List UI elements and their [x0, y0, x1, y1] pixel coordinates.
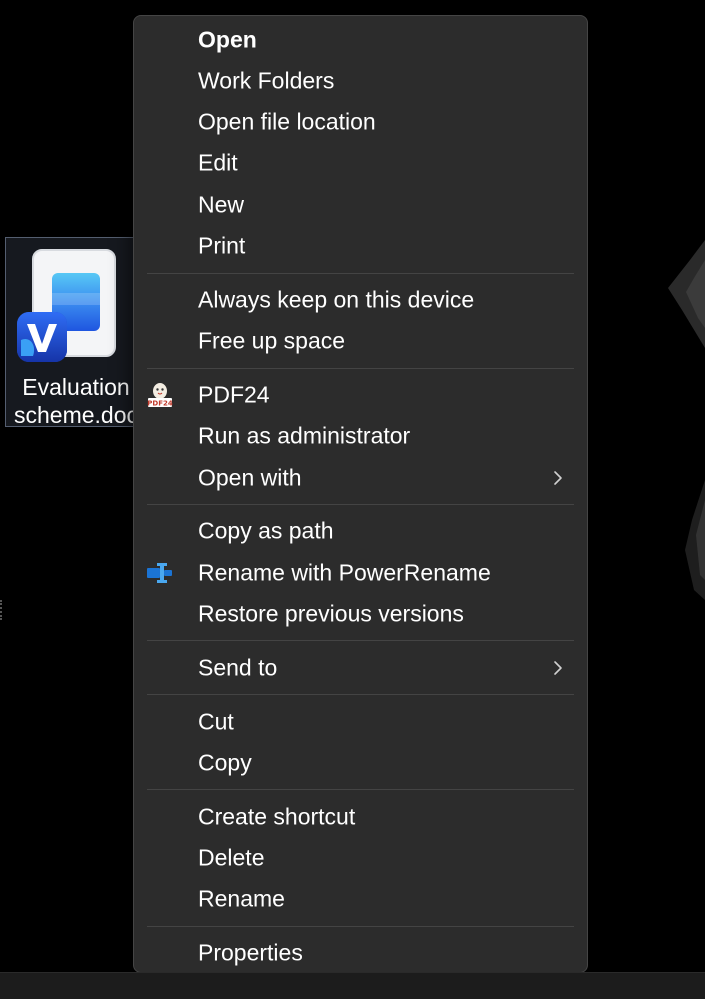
- menu-item-new[interactable]: New: [134, 184, 587, 225]
- menu-item-label: Work Folders: [198, 67, 335, 94]
- menu-item-open[interactable]: Open: [134, 19, 587, 60]
- desktop-edge-glyph: [0, 600, 5, 620]
- menu-item-label: Always keep on this device: [198, 286, 475, 313]
- menu-item-label: Cut: [198, 708, 234, 734]
- menu-item-always-keep-on-this-device[interactable]: Always keep on this device: [134, 279, 587, 320]
- menu-separator: [147, 694, 574, 696]
- context-menu: Open Work Folders Open file location Edit Ne…: [133, 15, 588, 973]
- desktop: Evaluation scheme.doc Open Work Folders Op…: [0, 0, 705, 999]
- menu-item-copy[interactable]: Copy: [134, 742, 587, 783]
- desktop-file-label: Evaluation scheme.doc: [6, 373, 139, 427]
- menu-separator: [147, 640, 574, 642]
- menu-item-print[interactable]: Print: [134, 226, 587, 267]
- taskbar: [0, 972, 705, 999]
- menu-item-label: Open: [198, 26, 257, 52]
- menu-item-copy-as-path[interactable]: Copy as path: [134, 511, 587, 552]
- desktop-wallpaper-fragment: [668, 240, 705, 348]
- menu-item-edit[interactable]: Edit: [134, 143, 587, 184]
- menu-item-pdf24[interactable]: PDF24 PDF24: [134, 374, 587, 415]
- menu-item-label: Delete: [198, 844, 265, 871]
- menu-item-label: Run as administrator: [198, 422, 411, 449]
- menu-item-work-folders[interactable]: Work Folders: [134, 60, 587, 101]
- menu-item-rename-with-powerrename[interactable]: Rename with PowerRename: [134, 552, 587, 593]
- menu-item-open-file-location[interactable]: Open file location: [134, 102, 587, 143]
- chevron-right-icon: [554, 470, 562, 485]
- menu-separator: [147, 789, 574, 791]
- svg-text:PDF24: PDF24: [147, 399, 173, 407]
- menu-item-cut[interactable]: Cut: [134, 701, 587, 742]
- menu-item-rename[interactable]: Rename: [134, 879, 587, 920]
- menu-item-label: Send to: [198, 654, 278, 681]
- menu-item-label: Free up space: [198, 327, 346, 354]
- menu-item-label: Open with: [198, 464, 302, 490]
- menu-item-free-up-space[interactable]: Free up space: [134, 321, 587, 362]
- menu-item-label: PDF24: [198, 381, 270, 408]
- menu-item-restore-previous-versions[interactable]: Restore previous versions: [134, 593, 587, 634]
- menu-item-label: Copy: [198, 749, 252, 776]
- powerrename-icon: [147, 562, 172, 583]
- menu-separator: [147, 272, 574, 274]
- menu-item-label: Edit: [198, 149, 238, 176]
- menu-item-label: Rename: [198, 885, 285, 912]
- desktop-file-icon[interactable]: Evaluation scheme.doc: [5, 237, 140, 427]
- menu-item-label: New: [198, 191, 245, 218]
- menu-separator: [147, 925, 574, 927]
- menu-item-label: Rename with PowerRename: [198, 559, 491, 586]
- menu-item-label: Open file location: [198, 108, 376, 135]
- menu-item-label: Restore previous versions: [198, 600, 464, 627]
- menu-item-label: Create shortcut: [198, 803, 356, 830]
- menu-item-open-with[interactable]: Open with: [134, 457, 587, 498]
- app-badge-icon: [17, 312, 67, 362]
- menu-separator: [147, 367, 574, 369]
- chevron-right-icon: [554, 660, 562, 675]
- menu-item-label: Print: [198, 232, 246, 259]
- menu-item-delete[interactable]: Delete: [134, 837, 587, 878]
- desktop-wallpaper-fragment-2: [685, 480, 705, 600]
- menu-item-properties[interactable]: Properties: [134, 933, 587, 974]
- menu-item-label: Copy as path: [198, 517, 334, 544]
- pdf24-icon: PDF24: [147, 382, 173, 407]
- file-label-line-1: Evaluation: [22, 374, 130, 400]
- menu-separator: [147, 504, 574, 506]
- menu-item-send-to[interactable]: Send to: [134, 647, 587, 688]
- file-label-line-2: scheme.doc: [13, 402, 138, 427]
- menu-item-label: Properties: [198, 939, 303, 966]
- menu-item-run-as-administrator[interactable]: Run as administrator: [134, 416, 587, 457]
- menu-item-create-shortcut[interactable]: Create shortcut: [134, 796, 587, 837]
